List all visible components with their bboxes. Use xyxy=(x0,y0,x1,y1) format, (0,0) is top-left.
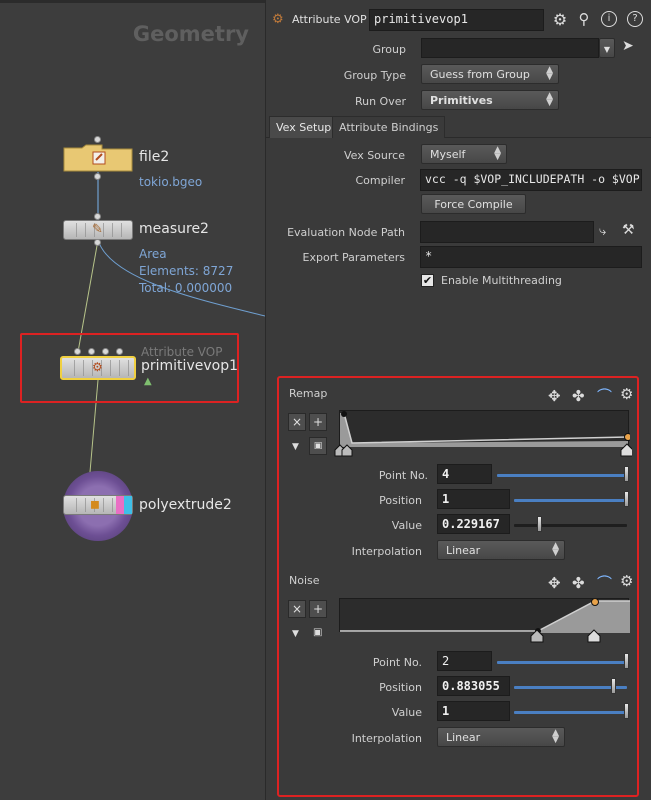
file-node-info: tokio.bgeo xyxy=(139,175,203,189)
tab-vex-setup[interactable]: Vex Setup xyxy=(269,116,339,138)
compiler-label: Compiler xyxy=(355,174,405,187)
group-field[interactable] xyxy=(421,38,599,58)
group-type-label: Group Type xyxy=(343,69,406,82)
template-flag[interactable] xyxy=(116,496,124,514)
run-over-menu[interactable]: Primitives ▲ ▼ xyxy=(421,90,559,110)
noise-value-label: Value xyxy=(391,706,422,719)
remap-value-label: Value xyxy=(391,519,422,532)
spline-icon[interactable]: ⌒ xyxy=(597,385,612,406)
vex-source-label: Vex Source xyxy=(343,149,405,162)
remap-position-label: Position xyxy=(379,494,422,507)
noise-position-field[interactable]: 0.883055 xyxy=(437,676,510,696)
noise-position-thumb[interactable] xyxy=(611,678,616,694)
remap-value-thumb[interactable] xyxy=(537,516,542,532)
remap-collapse-icon[interactable]: ▼ xyxy=(292,442,299,452)
node-chooser-icon[interactable]: ⚒ xyxy=(622,222,635,238)
noise-interp-label: Interpolation xyxy=(351,732,422,745)
remap-delete-button[interactable]: × xyxy=(288,413,306,431)
run-over-label: Run Over xyxy=(354,95,406,108)
tab-attribute-bindings[interactable]: Attribute Bindings xyxy=(332,116,446,138)
noise-interp-menu[interactable]: Linear ▲ ▼ xyxy=(437,727,565,747)
extrude-node[interactable]: ◼ xyxy=(63,495,133,515)
remap-position-slider[interactable] xyxy=(514,499,627,502)
noise-point-no-field[interactable]: 2 xyxy=(437,651,492,671)
remap-point-no-label: Point No. xyxy=(378,469,428,482)
export-params-field[interactable]: * xyxy=(420,246,642,268)
display-flag[interactable] xyxy=(124,496,132,514)
noise-point-markers[interactable] xyxy=(526,622,606,644)
group-dropdown-button[interactable]: ▼ xyxy=(599,38,615,58)
node-name-field[interactable]: primitivevop1 xyxy=(369,9,544,31)
file-node-name[interactable]: file2 xyxy=(139,149,169,165)
remap-add-button[interactable]: + xyxy=(309,413,327,431)
noise-expand-icon[interactable]: ▣ xyxy=(313,627,322,638)
help-icon[interactable]: ? xyxy=(627,11,643,27)
node-output-dot[interactable] xyxy=(94,173,101,180)
noise-value-thumb[interactable] xyxy=(624,703,629,719)
remove-point-icon[interactable]: ✤ xyxy=(572,574,585,592)
measure-icon: ✎ xyxy=(92,222,103,237)
noise-delete-button[interactable]: × xyxy=(288,600,306,618)
remap-value-field[interactable]: 0.229167 xyxy=(437,514,510,534)
vex-source-menu[interactable]: Myself ▲ ▼ xyxy=(421,144,507,164)
node-highlight-box xyxy=(20,333,239,403)
noise-value-slider[interactable] xyxy=(514,711,627,714)
jump-to-icon[interactable]: ⤷ xyxy=(599,224,606,239)
noise-point-no-label: Point No. xyxy=(372,656,422,669)
remap-point-no-slider[interactable] xyxy=(497,474,627,477)
ramp-gear-icon[interactable]: ⚙ xyxy=(620,572,633,590)
select-arrow-icon[interactable]: ➤ xyxy=(622,38,634,54)
network-editor[interactable]: Geometry file2 tokio.bgeo ✎ measure2 Are… xyxy=(0,0,265,800)
gear-icon[interactable]: ⚙ xyxy=(551,10,569,29)
group-label: Group xyxy=(372,43,407,56)
multithreading-label: Enable Multithreading xyxy=(441,274,562,287)
node-output-dot[interactable] xyxy=(94,239,101,246)
add-point-icon[interactable]: ✥ xyxy=(548,387,561,405)
measure-node-info: Area Elements: 8727 Total: 0.000000 xyxy=(139,247,234,295)
extrude-icon: ◼ xyxy=(90,497,100,511)
noise-value-field[interactable]: 1 xyxy=(437,701,510,721)
noise-point-no-slider[interactable] xyxy=(497,661,627,664)
remap-title: Remap xyxy=(289,387,328,400)
ramp-gear-icon[interactable]: ⚙ xyxy=(620,385,633,403)
eval-path-field[interactable] xyxy=(420,221,594,243)
noise-add-button[interactable]: + xyxy=(309,600,327,618)
remap-value-slider[interactable] xyxy=(514,524,627,527)
compiler-field[interactable]: vcc -q $VOP_INCLUDEPATH -o $VOP xyxy=(420,169,642,191)
measure-node[interactable]: ✎ xyxy=(63,220,133,240)
extrude-node-name[interactable]: polyextrude2 xyxy=(139,497,232,513)
force-compile-button[interactable]: Force Compile xyxy=(421,194,526,214)
remap-point-no-thumb[interactable] xyxy=(624,466,629,482)
measure-node-name[interactable]: measure2 xyxy=(139,221,209,237)
remap-interp-label: Interpolation xyxy=(351,545,422,558)
remap-point-markers[interactable] xyxy=(332,434,632,458)
export-params-label: Export Parameters xyxy=(302,251,405,264)
vop-type-icon: ⚙ xyxy=(272,12,284,27)
node-input-dot[interactable] xyxy=(94,136,101,143)
node-input-dot[interactable] xyxy=(94,213,101,220)
remap-position-thumb[interactable] xyxy=(624,491,629,507)
eval-path-label: Evaluation Node Path xyxy=(287,226,405,239)
noise-collapse-icon[interactable]: ▼ xyxy=(292,629,299,639)
spline-icon[interactable]: ⌒ xyxy=(597,572,612,593)
remap-interp-menu[interactable]: Linear ▲ ▼ xyxy=(437,540,565,560)
remap-expand-button[interactable]: ▣ xyxy=(309,437,327,455)
file-node[interactable] xyxy=(63,144,133,172)
remap-position-field[interactable]: 1 xyxy=(437,489,510,509)
node-type-label: Attribute VOP xyxy=(292,13,367,26)
noise-point-no-thumb[interactable] xyxy=(624,653,629,669)
remove-point-icon[interactable]: ✤ xyxy=(572,387,585,405)
multithreading-checkbox[interactable]: ✔ xyxy=(421,274,434,287)
remap-point-no-field[interactable]: 4 xyxy=(437,464,492,484)
noise-title: Noise xyxy=(289,574,320,587)
group-type-menu[interactable]: Guess from Group ▲ ▼ xyxy=(421,64,559,84)
info-icon[interactable]: i xyxy=(601,11,617,27)
folder-icon xyxy=(63,144,133,172)
noise-position-label: Position xyxy=(379,681,422,694)
search-icon[interactable]: ⚲ xyxy=(575,10,593,28)
param-header: ⚙ Attribute VOP primitivevop1 ⚙ ⚲ i ? xyxy=(266,9,651,31)
add-point-icon[interactable]: ✥ xyxy=(548,574,561,592)
